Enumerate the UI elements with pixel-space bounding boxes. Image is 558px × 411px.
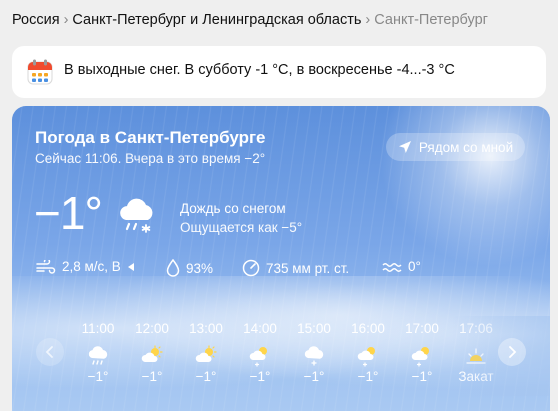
- breadcrumb-item-russia[interactable]: Россия: [12, 12, 60, 28]
- partly-cloudy-snow-icon: [357, 347, 375, 367]
- water-temp-value: 0°: [408, 259, 421, 274]
- breadcrumb-item-region[interactable]: Санкт-Петербург и Ленинградская область: [72, 12, 361, 28]
- hour-temp: −1°: [141, 369, 163, 384]
- hour-item[interactable]: 17:00 −1°: [395, 321, 449, 384]
- water-waves-icon: [382, 262, 402, 272]
- snow-cloud-icon: [304, 346, 324, 366]
- hour-item[interactable]: 14:00 −1°: [233, 321, 287, 384]
- water-temp-stat: 0°: [382, 259, 421, 274]
- hour-temp: −1°: [411, 369, 433, 384]
- weekend-notice[interactable]: В выходные снег. В субботу -1 °C, в воск…: [12, 46, 546, 98]
- hour-item[interactable]: 16:00 −1°: [341, 321, 395, 384]
- hour-time: 14:00: [243, 321, 277, 336]
- feels-like: Ощущается как −5°: [180, 220, 303, 235]
- current-temperature: −1°: [34, 187, 103, 239]
- calendar-icon: [27, 59, 53, 85]
- hour-temp: Закат: [458, 369, 494, 384]
- hourly-forecast: 11:00 −1° 12:00 −1° 13:00 −1° 14:00 −1° …: [12, 321, 550, 401]
- hour-temp: −1°: [303, 369, 325, 384]
- hour-item[interactable]: 13:00 −1°: [179, 321, 233, 384]
- hour-temp: −1°: [87, 369, 109, 384]
- weather-condition: Дождь со снегом: [180, 201, 286, 216]
- hour-item[interactable]: 11:00 −1°: [71, 321, 125, 384]
- location-arrow-icon: [398, 141, 411, 153]
- gauge-icon: [242, 259, 260, 277]
- breadcrumb-separator: ›: [63, 12, 69, 28]
- droplet-icon: [166, 259, 180, 277]
- hour-temp: −1°: [249, 369, 271, 384]
- nearby-button-label: Рядом со мной: [418, 139, 514, 155]
- rain-snow-cloud-icon: [120, 198, 153, 233]
- wind-icon: [36, 259, 56, 274]
- chevron-left-icon: [45, 346, 53, 358]
- humidity-stat: 93%: [166, 259, 213, 277]
- partly-cloudy-icon: [141, 345, 163, 362]
- weekend-notice-text: В выходные снег. В субботу -1 °C, в воск…: [64, 62, 455, 78]
- rain-snow-cloud-icon: [88, 346, 108, 365]
- pressure-stat: 735 мм рт. ст.: [242, 259, 349, 277]
- weather-subtitle: Сейчас 11:06. Вчера в это время −2°: [35, 151, 266, 166]
- hour-temp: −1°: [357, 369, 379, 384]
- weather-card: Погода в Санкт-Петербурге Сейчас 11:06. …: [12, 106, 550, 411]
- sun-glow: [370, 106, 550, 276]
- hour-time: 17:06: [459, 321, 493, 336]
- pressure-value: 735 мм рт. ст.: [266, 260, 350, 276]
- wind-stat: 2,8 м/с, В: [36, 259, 135, 274]
- hour-item[interactable]: 17:06 Закат: [449, 321, 503, 384]
- weather-title[interactable]: Погода в Санкт-Петербурге: [35, 128, 266, 148]
- wind-value: 2,8 м/с, В: [62, 259, 121, 274]
- hour-temp: −1°: [195, 369, 217, 384]
- hour-time: 11:00: [81, 321, 115, 336]
- wind-direction-icon: [127, 262, 134, 271]
- hour-item[interactable]: 15:00 −1°: [287, 321, 341, 384]
- breadcrumb: Россия › Санкт-Петербург и Ленинградская о…: [12, 12, 488, 28]
- scroll-right-button[interactable]: [498, 338, 526, 366]
- hour-time: 13:00: [189, 321, 223, 336]
- hour-time: 15:00: [297, 321, 331, 336]
- chevron-right-icon: [509, 346, 517, 358]
- partly-cloudy-icon: [195, 345, 217, 362]
- partly-cloudy-snow-icon: [249, 347, 267, 367]
- humidity-value: 93%: [186, 260, 214, 276]
- breadcrumb-separator: ›: [365, 12, 371, 28]
- scroll-left-button[interactable]: [36, 338, 64, 366]
- hour-item[interactable]: 12:00 −1°: [125, 321, 179, 384]
- partly-cloudy-snow-icon: [411, 347, 429, 367]
- hour-time: 17:00: [405, 321, 439, 336]
- sunset-icon: [466, 348, 486, 364]
- hour-time: 16:00: [351, 321, 385, 336]
- nearby-button[interactable]: Рядом со мной: [386, 133, 525, 161]
- breadcrumb-item-city: Санкт-Петербург: [374, 12, 488, 28]
- hour-time: 12:00: [135, 321, 169, 336]
